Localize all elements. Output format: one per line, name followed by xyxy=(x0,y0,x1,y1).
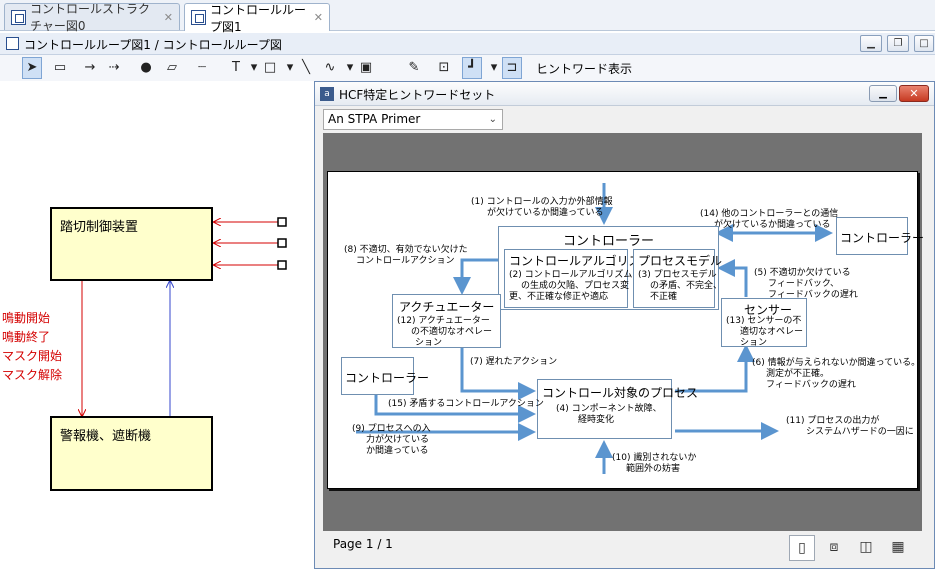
diagram-icon xyxy=(6,37,19,50)
close-button[interactable]: ✕ xyxy=(899,85,929,102)
restore-button[interactable]: ❐ xyxy=(887,35,909,52)
chevron-down-icon[interactable]: ▾ xyxy=(484,57,504,79)
dotted-arrow-tool-icon[interactable]: ⇢ xyxy=(104,57,124,79)
tab-label: コントロールストラクチャー図0 xyxy=(30,2,151,33)
diagram-icon xyxy=(191,10,206,25)
input-connector[interactable] xyxy=(214,217,287,227)
tab-control-loop-diagram[interactable]: コントロールループ図1 ✕ xyxy=(184,3,330,34)
app-icon: a xyxy=(320,87,334,101)
curve-tool-icon[interactable]: ∿ xyxy=(320,57,340,79)
close-icon[interactable]: ✕ xyxy=(314,11,323,24)
close-icon[interactable]: ✕ xyxy=(164,11,173,24)
stpa-controller-box: コントローラー コントロールアルゴリズム (2) コントロールアルゴリズム の生成… xyxy=(498,226,722,310)
hint-note-7: (7) 遅れたアクション xyxy=(470,357,558,367)
action-label: マスク開始 xyxy=(2,349,63,363)
diagram-icon xyxy=(11,9,26,25)
hint-word-toggle-icon[interactable]: ⊐ xyxy=(502,57,522,79)
grid-view-icon[interactable]: ▦ xyxy=(885,535,911,561)
sensor-box: センサー (13) センサーの不 適切なオペレー ション xyxy=(721,298,807,348)
chevron-down-icon: ⌄ xyxy=(488,114,497,125)
tab-label: コントロールループ図1 xyxy=(210,2,307,34)
hint-word-window: a HCF特定ヒントワードセット ▁ ✕ An STPA Primer ⌄ (1… xyxy=(314,81,935,569)
two-page-view-icon[interactable]: ◫ xyxy=(853,535,879,561)
select-pointer-icon[interactable]: ➤ xyxy=(22,57,42,79)
block-label: 踏切制御装置 xyxy=(60,220,139,235)
hint-note-8: (8) 不適切、有効でない欠けた コントロールアクション xyxy=(344,245,468,266)
rectangle-tool-icon[interactable]: □ xyxy=(260,57,280,79)
primer-select-value: An STPA Primer xyxy=(328,112,421,126)
continuous-view-icon[interactable]: ⧈ xyxy=(821,535,847,561)
diagram-toolbar: ➤ ▭ → ⇢ ● ▱ ┈ T ▾ □ ▾ ╲ ∿ ▾ ▣ ✎ ⊡ ┛ ▾ ⊐ … xyxy=(0,55,935,81)
control-action-labels[interactable]: 鳴動開始 鳴動終了 マスク開始 マスク解除 xyxy=(2,309,62,385)
block-warning-barrier[interactable]: 警報機、遮断機 xyxy=(50,416,213,491)
hint-word-display-button[interactable]: ヒントワード表示 xyxy=(536,60,632,77)
actuator-box: アクチュエーター (12) アクチュエーター の不適切なオペレー ション xyxy=(392,294,501,348)
block-label: 警報機、遮断機 xyxy=(60,429,152,444)
hint-note-6: (6) 情報が与えられないか間違っている。 測定が不正確。 フィードバックの遅れ xyxy=(752,358,921,390)
input-connector[interactable] xyxy=(214,238,287,248)
page-indicator: Page 1 / 1 xyxy=(333,537,393,551)
single-page-view-icon[interactable]: ▯ xyxy=(789,535,815,561)
control-algorithm-box: コントロールアルゴリズム (2) コントロールアルゴリズム の生成の欠陥、プロセス… xyxy=(504,249,653,308)
hint-note-5: (5) 不適切か欠けている フィードバック、 フィードバックの遅れ xyxy=(754,268,858,300)
window-titlebar[interactable]: a HCF特定ヒントワードセット ▁ ✕ xyxy=(315,82,934,106)
controlled-process-box: コントロール対象のプロセス (4) コンポーネント故障、 経時変化 xyxy=(537,379,698,439)
hint-note-14: (14) 他のコントローラーとの通信 が欠けているか間違っている xyxy=(700,209,839,230)
block-crossing-controller[interactable]: 踏切制御装置 xyxy=(50,207,213,281)
center-point-icon[interactable]: ⊡ xyxy=(434,57,454,79)
action-label: 鳴動開始 xyxy=(2,311,51,325)
line-tool-icon[interactable]: ╲ xyxy=(296,57,316,79)
action-label: 鳴動終了 xyxy=(2,330,51,344)
window-title: HCF特定ヒントワードセット xyxy=(339,88,496,102)
hint-note-1: (1) コントロールの入力か外部情報 が欠けているか間違っている xyxy=(471,197,613,218)
hint-note-9: (9) プロセスへの入 力が欠けている か間違っている xyxy=(352,424,431,456)
maximize-button[interactable]: □ xyxy=(914,35,934,52)
document-viewer[interactable]: (1) コントロールの入力か外部情報 が欠けているか間違っている (14) 他のコ… xyxy=(323,133,924,531)
text-tool-icon[interactable]: T xyxy=(226,57,246,79)
input-connector[interactable] xyxy=(214,260,287,270)
action-label: マスク解除 xyxy=(2,368,63,382)
minimize-button[interactable]: ▁ xyxy=(869,85,897,102)
actuator-to-process-arrow xyxy=(460,348,536,400)
hint-note-11: (11) プロセスの出力が システムハザードの一因に xyxy=(786,416,914,437)
dotted-line-tool-icon[interactable]: ┈ xyxy=(192,57,212,79)
image-tool-icon[interactable]: ▣ xyxy=(356,57,376,79)
stpa-diagram-page: (1) コントロールの入力か外部情報 が欠けているか間違っている (14) 他のコ… xyxy=(327,171,924,489)
process-model-box: プロセスモデル (3) プロセスモデル の矛盾、不完全、 不正確 xyxy=(633,249,722,308)
hint-note-10: (10) 識別されないか 範囲外の妨害 xyxy=(612,453,697,474)
diagram-canvas[interactable]: 踏切制御装置 警報機、遮断機 鳴動開始 鳴動終了 マスク開始 マスク解除 xyxy=(2,81,315,583)
editor-title: コントロールループ図1 / コントロールループ図 xyxy=(24,38,282,52)
sensor-feedback-arrow xyxy=(717,259,748,297)
tab-control-structure-diagram[interactable]: コントロールストラクチャー図0 ✕ xyxy=(4,2,180,33)
block-tool-icon[interactable]: ▭ xyxy=(50,57,70,79)
editor-header: コントロールループ図1 / コントロールループ図 ▁ ❐ □ xyxy=(0,33,935,55)
note-tool-icon[interactable]: ▱ xyxy=(162,57,182,79)
other-controller-box: コントローラー xyxy=(836,217,924,255)
hint-note-15: (15) 矛盾するコントロールアクション xyxy=(388,399,544,409)
connector-route-icon[interactable]: ┛ xyxy=(462,57,482,79)
point-tool-icon[interactable]: ● xyxy=(136,57,156,79)
left-controller-box: コントローラー xyxy=(341,357,429,395)
editor-tab-bar: コントロールストラクチャー図0 ✕ コントロールループ図1 ✕ xyxy=(0,0,935,34)
pin-icon[interactable]: ✎ xyxy=(404,57,424,79)
primer-select[interactable]: An STPA Primer ⌄ xyxy=(323,109,503,130)
minimize-button[interactable]: ▁ xyxy=(860,35,882,52)
arrow-tool-icon[interactable]: → xyxy=(80,57,100,79)
